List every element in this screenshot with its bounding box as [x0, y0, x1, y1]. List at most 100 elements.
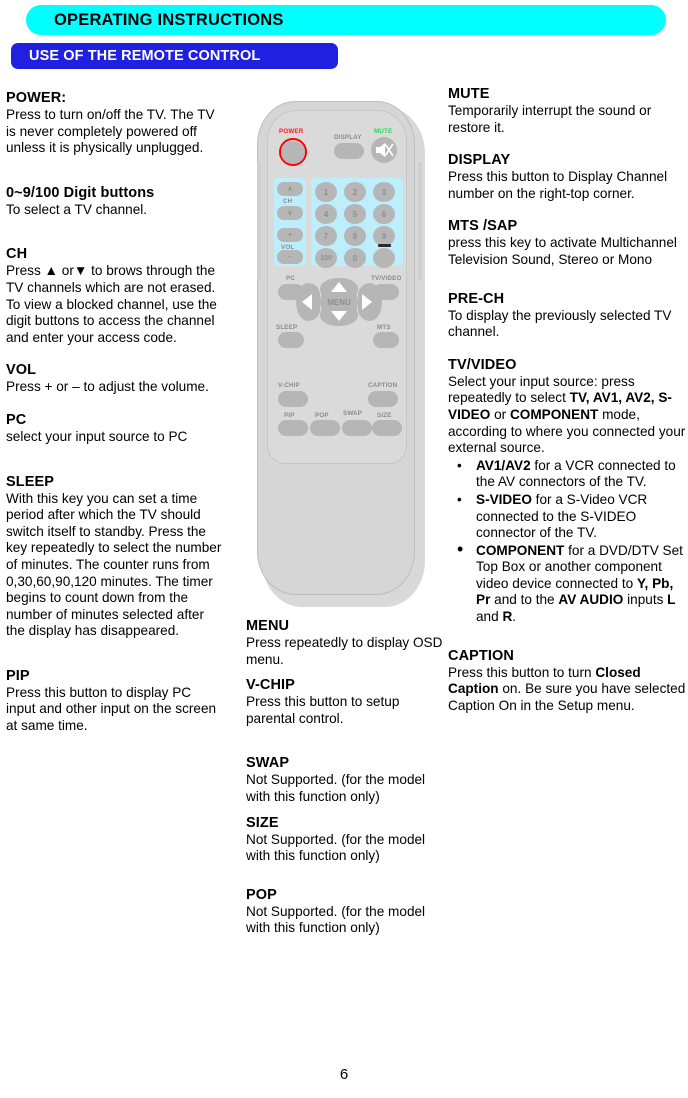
digit-button-9[interactable]: 9	[373, 226, 395, 246]
digit-button-100[interactable]: 100	[315, 248, 337, 268]
remote-pop-label: POP	[315, 412, 329, 419]
power-button[interactable]	[281, 140, 305, 164]
bullet-icon: •	[457, 457, 462, 473]
right-column: MUTE Temporarily interrupt the sound or …	[448, 86, 686, 714]
tv-video-or: or	[490, 406, 510, 422]
desc-pop: Not Supported. (for the model with this …	[246, 903, 426, 936]
tv-video-line-1: Select your input source:	[448, 373, 598, 389]
desc-pc: select your input source to PC	[6, 428, 188, 444]
desc-mts-sap: press this key to activate Multichannel …	[448, 235, 677, 267]
remote-sleep-label: SLEEP	[276, 324, 298, 331]
desc-mute: Temporarily interrupt the sound or resto…	[448, 103, 652, 135]
mts-button[interactable]	[373, 332, 399, 348]
channel-down-button[interactable]: ∨	[277, 206, 303, 220]
digit-button-3[interactable]: 3	[373, 182, 395, 202]
term-size: SIZE	[246, 814, 279, 831]
remote-v-chip-label: V-CHIP	[278, 382, 300, 389]
term-ch: CH	[6, 246, 28, 263]
term-caption: CAPTION	[448, 647, 514, 664]
remote-body: POWER DISPLAY MUTE ∧ CH ∨ + VOL – 1 2 3 …	[257, 101, 422, 595]
digit-button-6[interactable]: 6	[373, 204, 395, 224]
tv-video-bullet-list: • AV1/AV2 for a VCR connected to the AV …	[448, 458, 686, 626]
term-mts-sap: MTS /SAP	[448, 218, 518, 235]
dash-icon	[378, 244, 391, 247]
desc-menu: Press repeatedly to display OSD menu.	[246, 635, 443, 667]
arrow-down-icon	[331, 311, 347, 321]
remote-control-illustration: POWER DISPLAY MUTE ∧ CH ∨ + VOL – 1 2 3 …	[253, 98, 428, 610]
arrow-left-icon	[302, 294, 312, 310]
desc-caption: Press this button to turn Closed Caption…	[448, 665, 686, 715]
dash-button[interactable]	[373, 248, 395, 268]
bullet-bold-av-audio: AV AUDIO	[558, 592, 624, 608]
bullet-term-s-video: S-VIDEO	[476, 491, 532, 507]
bullet-text-component-3: inputs	[623, 592, 668, 608]
size-button[interactable]	[372, 420, 402, 436]
digit-button-1[interactable]: 1	[315, 182, 337, 202]
tv-video-tail: mode,	[598, 406, 640, 422]
bullet-term-av1-av2: AV1/AV2	[476, 457, 531, 473]
arrow-right-icon	[362, 294, 372, 310]
digit-button-8[interactable]: 8	[344, 226, 366, 246]
bullet-icon: •	[457, 538, 464, 559]
list-item: • COMPONENT for a DVD/DTV Set Top Box or…	[448, 538, 686, 626]
desc-digit-buttons: To select a TV channel.	[6, 201, 148, 217]
caption-text-a: Press this button to turn	[448, 664, 596, 680]
caption-button[interactable]	[368, 391, 398, 407]
tv-video-modes-2: COMPONENT	[509, 406, 599, 422]
swap-button[interactable]	[342, 420, 372, 436]
desc-pre-ch: To display the previously selected TV ch…	[448, 307, 672, 340]
bullet-text-component-2: and to the	[490, 592, 559, 608]
digit-button-2[interactable]: 2	[344, 182, 366, 202]
list-item: • AV1/AV2 for a VCR connected to the AV …	[448, 458, 686, 491]
tv-video-line-3: according to where you connected your ex…	[448, 423, 686, 456]
volume-up-button[interactable]: +	[277, 228, 303, 242]
bullet-icon: •	[457, 491, 462, 507]
desc-ch: Press ▲ or▼ to brows through the TV chan…	[6, 263, 217, 345]
term-mute: MUTE	[448, 86, 490, 102]
middle-column: MENU Press repeatedly to display OSD men…	[246, 618, 451, 937]
bullet-bold-r: R	[502, 609, 513, 625]
term-tv-video: TV/VIDEO	[448, 356, 517, 373]
digit-button-5[interactable]: 5	[344, 204, 366, 224]
desc-size: Not Supported. (for the model with this …	[246, 831, 426, 864]
remote-side-rail-right	[418, 162, 422, 280]
bullet-text-component-4: and	[476, 609, 503, 625]
volume-down-button[interactable]: –	[277, 250, 303, 264]
desc-vol: Press + or – to adjust the volume.	[6, 379, 209, 395]
desc-pip: Press this button to display PC input an…	[6, 684, 217, 734]
remote-swap-label: SWAP	[343, 410, 363, 417]
pip-button[interactable]	[278, 420, 308, 436]
term-sleep: SLEEP	[6, 473, 55, 490]
remote-side-rail-left	[257, 162, 261, 280]
section-title-banner: USE OF THE REMOTE CONTROL	[11, 43, 338, 69]
v-chip-button[interactable]	[278, 391, 308, 407]
sleep-button[interactable]	[278, 332, 304, 348]
remote-caption-label: CAPTION	[368, 382, 398, 389]
remote-mute-label: MUTE	[374, 128, 393, 135]
digit-button-4[interactable]: 4	[315, 204, 337, 224]
digit-button-7[interactable]: 7	[315, 226, 337, 246]
remote-mts-label: MTS	[377, 324, 391, 331]
channel-up-button[interactable]: ∧	[277, 182, 303, 196]
display-button[interactable]	[334, 143, 364, 159]
bullet-text-component-5: .	[512, 609, 517, 625]
caption-text-b: on.	[498, 681, 522, 697]
term-digit-buttons: 0~9/100 Digit buttons	[6, 184, 155, 201]
remote-power-label: POWER	[279, 128, 304, 135]
left-column: POWER: Press to turn on/off the TV. The …	[6, 90, 224, 735]
term-menu: MENU	[246, 618, 290, 634]
term-pop: POP	[246, 886, 277, 903]
digit-button-0[interactable]: 0	[344, 248, 366, 268]
remote-pc-label: PC	[286, 275, 295, 282]
pop-button[interactable]	[310, 420, 340, 436]
arrow-up-icon	[331, 282, 347, 292]
